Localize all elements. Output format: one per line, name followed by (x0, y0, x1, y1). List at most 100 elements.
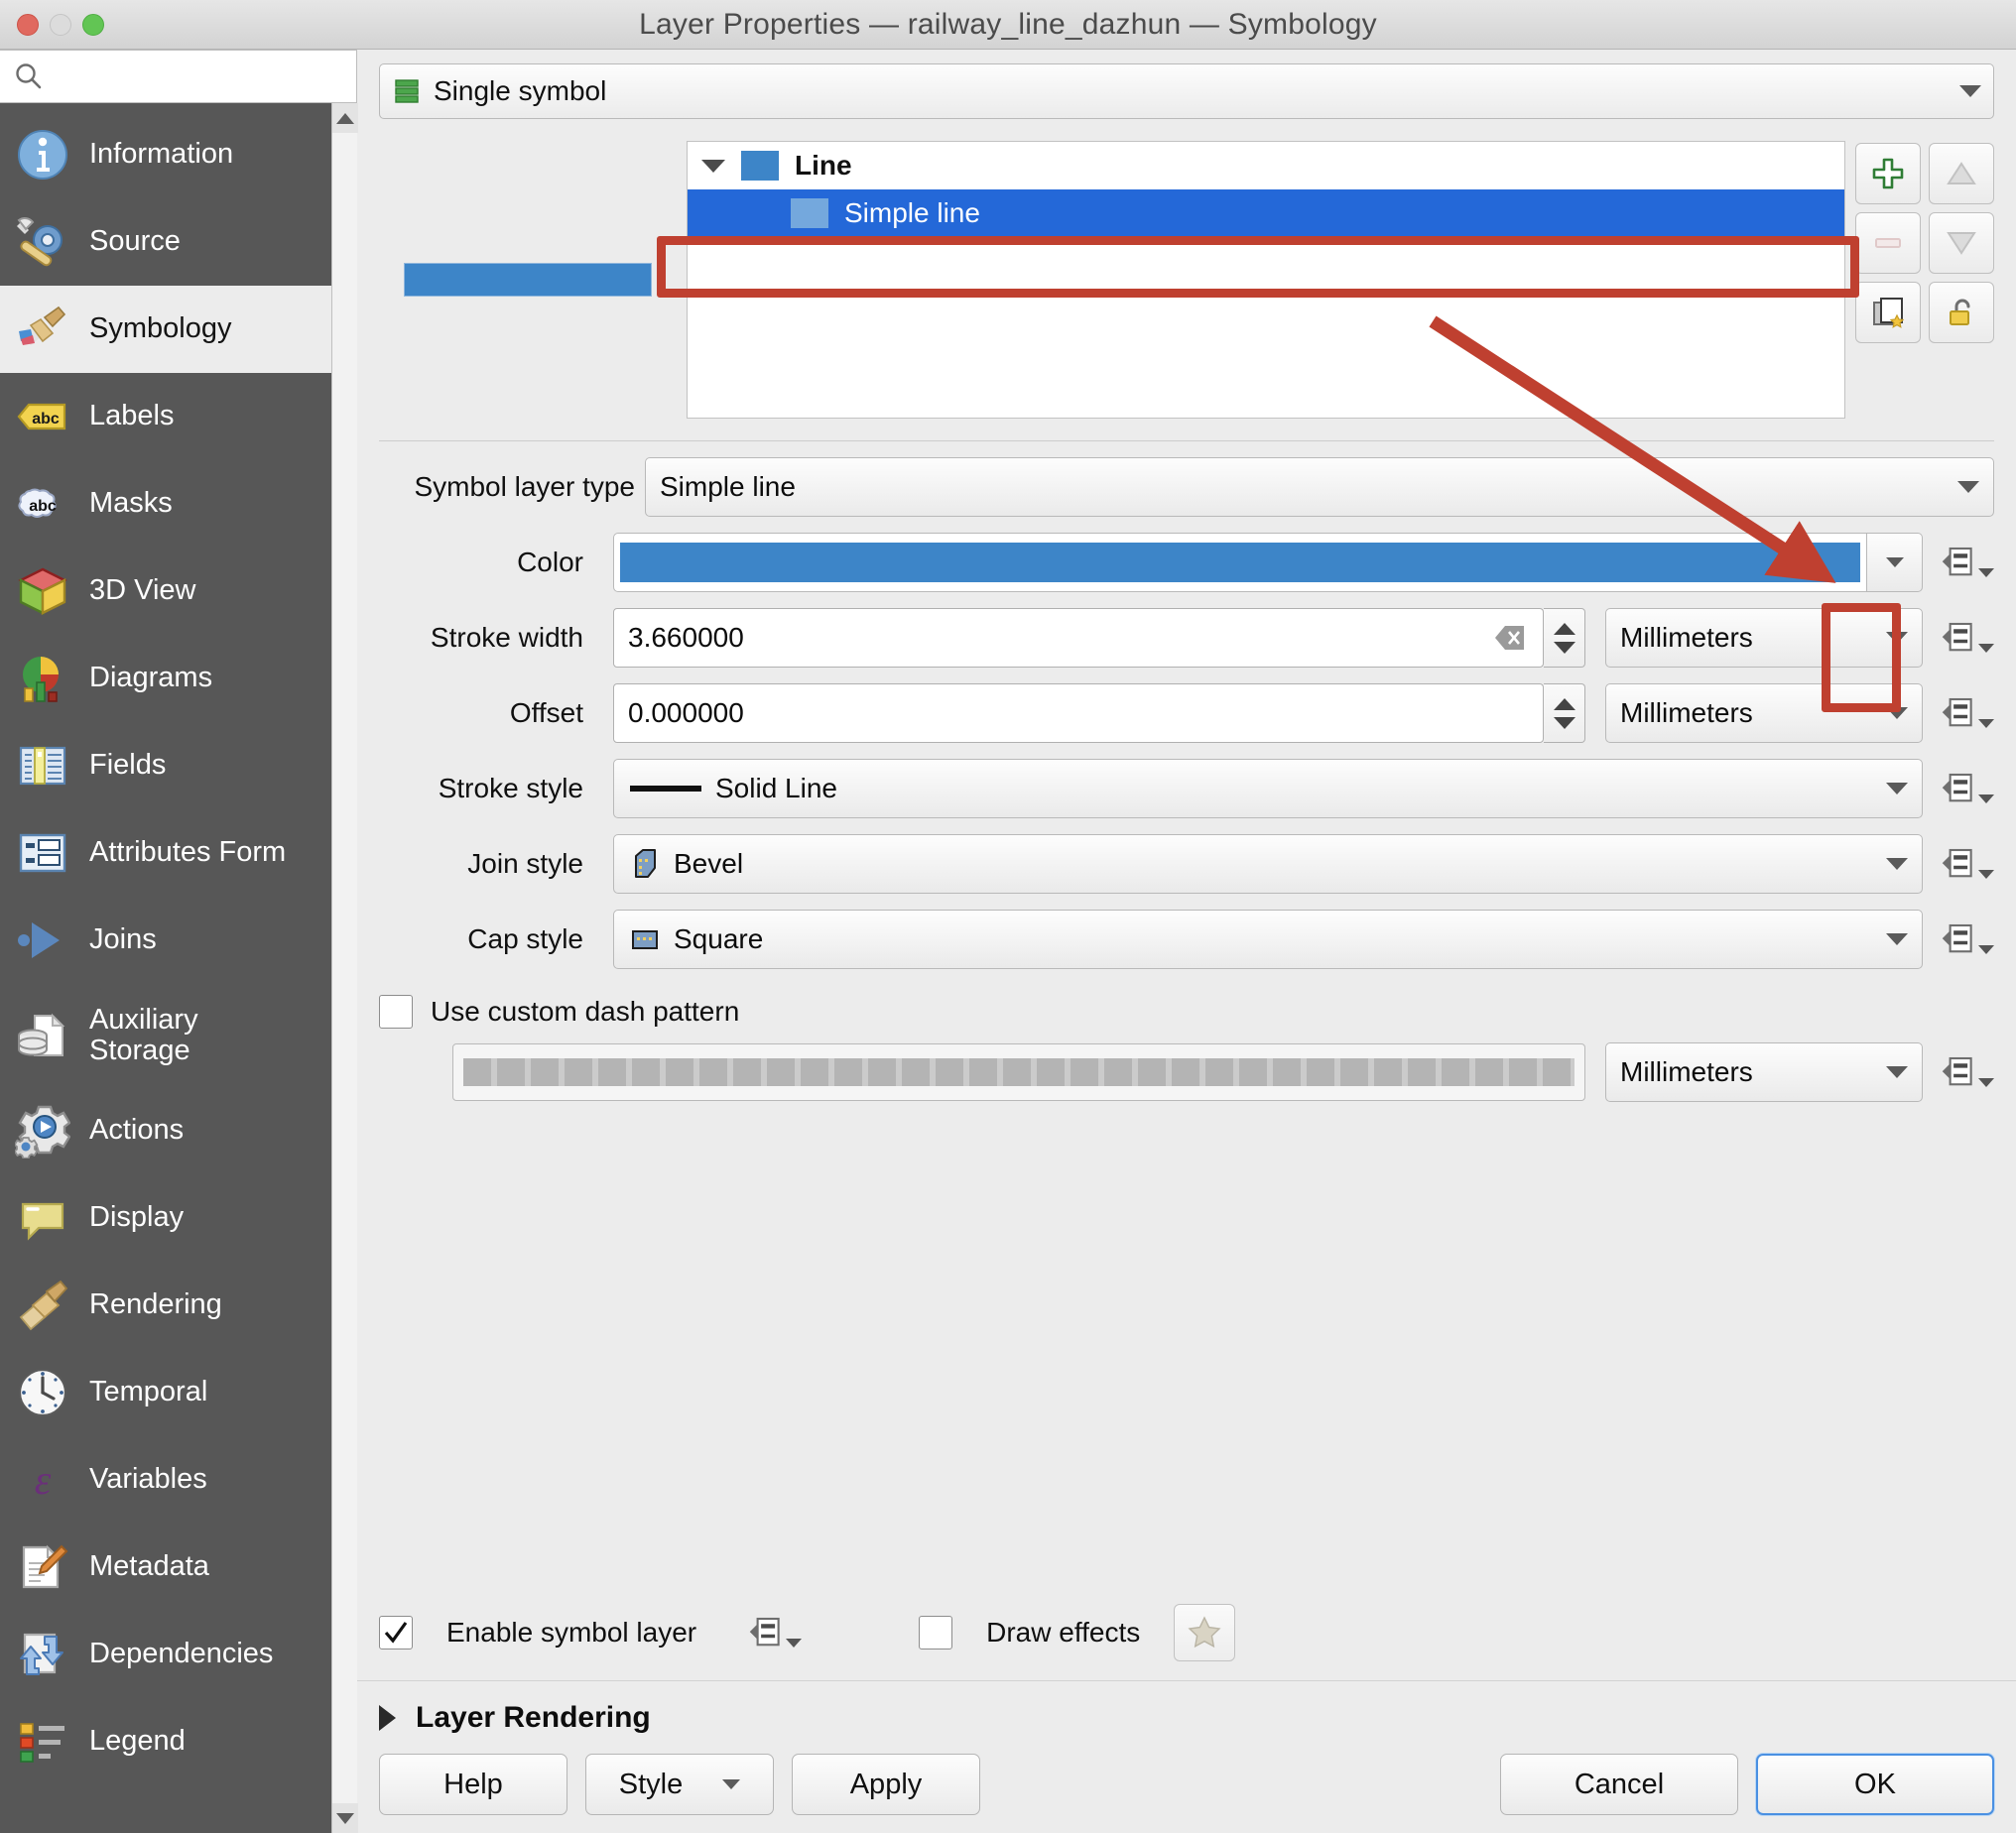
expand-collapse-icon[interactable] (701, 159, 725, 173)
enable-symbol-layer-data-defined-override-button[interactable] (748, 1612, 803, 1653)
style-button[interactable]: Style (585, 1754, 774, 1815)
sidebar-item-label: Display (89, 1201, 185, 1234)
use-custom-dash-pattern-checkbox[interactable] (379, 995, 413, 1029)
sidebar-item-3d-view[interactable]: 3D View (0, 548, 331, 635)
stroke-width-input[interactable]: 3.660000 (613, 608, 1544, 668)
layer-rendering-label: Layer Rendering (416, 1700, 651, 1734)
offset-label: Offset (509, 697, 583, 728)
sidebar-item-label: Labels (89, 400, 175, 432)
display-balloon-icon (14, 1189, 71, 1247)
stroke-width-row: Stroke width 3.660000 Millimeters (379, 600, 1994, 675)
search-input[interactable] (44, 63, 356, 89)
sidebar-item-fields[interactable]: Fields (0, 722, 331, 809)
cap-style-data-defined-override-button[interactable] (1941, 918, 1994, 960)
lock-color-button[interactable] (1929, 282, 1994, 343)
cap-style-combo[interactable]: Square (613, 910, 1923, 969)
stepper-up-icon[interactable] (1553, 697, 1575, 710)
sidebar-item-diagrams[interactable]: Diagrams (0, 635, 331, 722)
solid-line-icon (628, 779, 703, 798)
sidebar-item-actions[interactable]: Actions (0, 1087, 331, 1174)
offset-stepper[interactable] (1544, 683, 1585, 743)
sidebar-item-source[interactable]: Source (0, 198, 331, 286)
stroke-style-data-defined-override-button[interactable] (1941, 768, 1994, 809)
draw-effects-checkbox[interactable] (919, 1616, 953, 1650)
sidebar-item-labels[interactable]: abc Labels (0, 373, 331, 460)
draw-effects-label: Draw effects (986, 1617, 1141, 1648)
dash-pattern-editor[interactable] (452, 1043, 1585, 1101)
sidebar-scrollbar[interactable] (331, 103, 358, 1833)
add-symbol-layer-button[interactable] (1855, 143, 1921, 204)
join-style-data-defined-override-button[interactable] (1941, 843, 1994, 885)
sidebar-item-display[interactable]: Display (0, 1174, 331, 1262)
sidebar-item-dependencies[interactable]: Dependencies (0, 1611, 331, 1698)
join-style-value: Bevel (674, 848, 744, 879)
stepper-up-icon[interactable] (1553, 622, 1575, 635)
stepper-down-icon[interactable] (1553, 641, 1575, 654)
sidebar-item-legend[interactable]: Legend (0, 1698, 331, 1785)
dash-pattern-data-defined-override-button[interactable] (1941, 1051, 1994, 1093)
sidebar-item-label: Metadata (89, 1550, 209, 1583)
stroke-width-unit-combo[interactable]: Millimeters (1605, 608, 1923, 668)
symbol-tree-layer-row[interactable]: Simple line (688, 189, 1844, 237)
scroll-up-arrow[interactable] (331, 103, 358, 133)
draw-effects-settings-button[interactable] (1174, 1604, 1236, 1661)
join-style-combo[interactable]: Bevel (613, 834, 1923, 894)
layer-rendering-section[interactable]: Layer Rendering (357, 1680, 2016, 1754)
legend-list-icon (14, 1713, 71, 1771)
symbol-tree-root-row[interactable]: Line (688, 142, 1844, 189)
color-data-defined-override-button[interactable] (1941, 542, 1994, 583)
sidebar-item-metadata[interactable]: Metadata (0, 1524, 331, 1611)
remove-symbol-layer-button[interactable] (1855, 212, 1921, 274)
chevron-down-icon (1978, 719, 1994, 728)
symbol-layer-tree[interactable]: Line Simple line (687, 141, 1845, 419)
actions-gear-icon (14, 1102, 71, 1160)
sidebar-item-attributes-form[interactable]: Attributes Form (0, 809, 331, 897)
help-button[interactable]: Help (379, 1754, 567, 1815)
renderer-type-combo[interactable]: Single symbol (379, 63, 1994, 119)
move-symbol-layer-down-button[interactable] (1929, 212, 1994, 274)
stroke-width-data-defined-override-button[interactable] (1941, 617, 1994, 659)
sidebar-item-rendering[interactable]: Rendering (0, 1262, 331, 1349)
chevron-down-icon (1959, 85, 1981, 97)
sidebar-item-symbology[interactable]: Symbology (0, 286, 331, 373)
stroke-width-stepper[interactable] (1544, 608, 1585, 668)
sidebar-item-joins[interactable]: Joins (0, 897, 331, 984)
stroke-style-combo[interactable]: Solid Line (613, 759, 1923, 818)
chevron-down-icon (1978, 644, 1994, 653)
sidebar-item-temporal[interactable]: Temporal (0, 1349, 331, 1436)
window-title: Layer Properties — railway_line_dazhun —… (639, 7, 1377, 41)
apply-button[interactable]: Apply (792, 1754, 980, 1815)
offset-data-defined-override-button[interactable] (1941, 692, 1994, 734)
clear-icon[interactable] (1493, 621, 1527, 655)
svg-text:abc: abc (32, 411, 60, 428)
move-symbol-layer-up-button[interactable] (1929, 143, 1994, 204)
dash-pattern-unit-combo[interactable]: Millimeters (1605, 1042, 1923, 1102)
sidebar-item-information[interactable]: Information (0, 111, 331, 198)
symbol-layer-type-combo[interactable]: Simple line (645, 457, 1994, 517)
offset-unit-combo[interactable]: Millimeters (1605, 683, 1923, 743)
sidebar-item-variables[interactable]: ε Variables (0, 1436, 331, 1524)
search-box[interactable] (0, 50, 357, 103)
color-dropdown-button[interactable] (1867, 533, 1923, 592)
enable-symbol-layer-checkbox[interactable] (379, 1616, 413, 1650)
dialog-body: Information Source Symbology abc Labels abc Ma… (0, 50, 2016, 1833)
cancel-button[interactable]: Cancel (1500, 1754, 1738, 1815)
stepper-down-icon[interactable] (1553, 716, 1575, 729)
symbol-layer-type-row: Symbol layer type Simple line (379, 449, 1994, 525)
duplicate-symbol-layer-button[interactable] (1855, 282, 1921, 343)
chevron-down-icon (1978, 794, 1994, 803)
ok-button[interactable]: OK (1756, 1754, 1994, 1815)
sidebar-item-auxiliary-storage[interactable]: Auxiliary Storage (0, 984, 331, 1087)
chevron-down-icon (1978, 1078, 1994, 1087)
offset-input[interactable]: 0.000000 (613, 683, 1544, 743)
scrollbar-track[interactable] (332, 133, 357, 1803)
scroll-down-arrow[interactable] (331, 1803, 358, 1833)
sidebar-item-label: Auxiliary Storage (89, 1003, 198, 1066)
color-button[interactable] (613, 533, 1867, 592)
stroke-style-label: Stroke style (438, 773, 583, 803)
symbol-editor-area: Line Simple line (357, 125, 2016, 419)
sidebar-item-masks[interactable]: abc Masks (0, 460, 331, 548)
custom-dash-row: Use custom dash pattern (357, 977, 2016, 1029)
chevron-right-icon (379, 1704, 396, 1731)
stroke-style-row: Stroke style Solid Line (379, 751, 1994, 826)
